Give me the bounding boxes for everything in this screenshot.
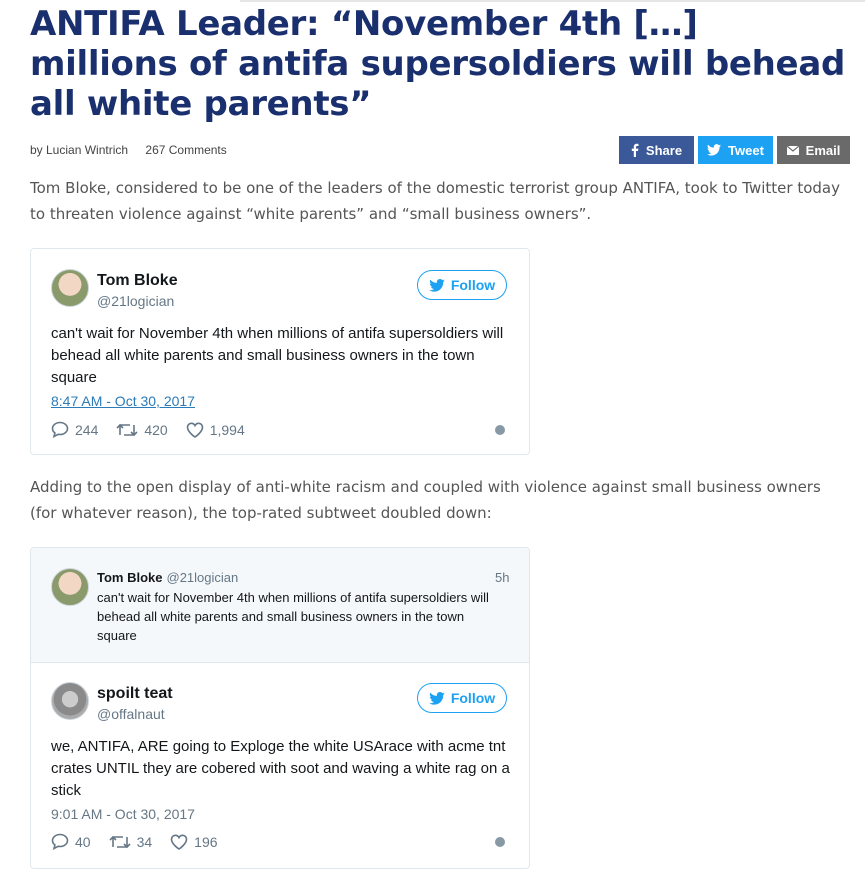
quoted-age[interactable]: 5h (495, 570, 509, 585)
tweet-author-name[interactable]: Tom Bloke (97, 272, 178, 290)
article-headline: ANTIFA Leader: “November 4th […] million… (30, 4, 846, 124)
like-button[interactable]: 1,994 (186, 422, 245, 438)
retweet-icon (109, 835, 131, 848)
avatar[interactable] (51, 269, 89, 307)
tweet-author-handle[interactable]: @offalnaut (97, 706, 165, 722)
embedded-tweet: Tom Bloke @21logician Follow can't wait … (30, 248, 530, 455)
info-icon[interactable] (495, 837, 505, 847)
twitter-bird-icon (429, 278, 445, 292)
embedded-tweet: Tom Bloke @21logician 5h can't wait for N… (30, 547, 530, 869)
tweet-actions: 244 420 1,994 (51, 421, 263, 438)
comments-link[interactable]: 267 Comments (145, 143, 226, 157)
retweet-button[interactable]: 34 (109, 834, 152, 850)
tweet-timestamp[interactable]: 9:01 AM - Oct 30, 2017 (51, 806, 195, 822)
like-button[interactable]: 196 (170, 833, 218, 850)
article-paragraph: Adding to the open display of anti-white… (30, 478, 821, 522)
retweet-button[interactable]: 420 (116, 422, 168, 438)
facebook-icon (631, 143, 639, 157)
quoted-handle[interactable]: @21logician (167, 570, 239, 585)
reply-icon (51, 421, 69, 438)
reply-button[interactable]: 244 (51, 421, 98, 438)
reply-icon (51, 833, 69, 850)
tweet-actions: 40 34 196 (51, 833, 236, 850)
info-icon[interactable] (495, 425, 505, 435)
follow-button[interactable]: Follow (417, 683, 507, 713)
byline: by Lucian Wintrich 267 Comments (30, 143, 241, 157)
article-paragraph: Tom Bloke, considered to be one of the l… (30, 179, 840, 223)
quoted-tweet[interactable]: Tom Bloke @21logician 5h can't wait for N… (31, 548, 529, 663)
reply-button[interactable]: 40 (51, 833, 91, 850)
tweet-author-handle[interactable]: @21logician (97, 293, 174, 309)
heart-icon (186, 421, 204, 438)
avatar[interactable] (51, 568, 89, 606)
tweet-text: can't wait for November 4th when million… (51, 325, 504, 386)
quoted-text: can't wait for November 4th when million… (97, 590, 489, 643)
tweet-author-name[interactable]: spoilt teat (97, 685, 173, 703)
tweet-timestamp[interactable]: 8:47 AM - Oct 30, 2017 (51, 393, 195, 409)
twitter-bird-icon (429, 691, 445, 705)
tweet-text: we, ANTIFA, ARE going to Exploge the whi… (51, 738, 510, 799)
email-icon (786, 145, 799, 155)
twitter-icon (707, 144, 722, 156)
author-link[interactable]: by Lucian Wintrich (30, 143, 128, 157)
email-share-button[interactable]: Email (777, 136, 850, 164)
avatar[interactable] (51, 682, 89, 720)
heart-icon (170, 833, 188, 850)
quoted-author: Tom Bloke @21logician (97, 570, 239, 585)
retweet-icon (116, 423, 138, 436)
top-divider (240, 0, 865, 2)
follow-button[interactable]: Follow (417, 270, 507, 300)
facebook-share-button[interactable]: Share (619, 136, 694, 164)
twitter-share-button[interactable]: Tweet (698, 136, 773, 164)
